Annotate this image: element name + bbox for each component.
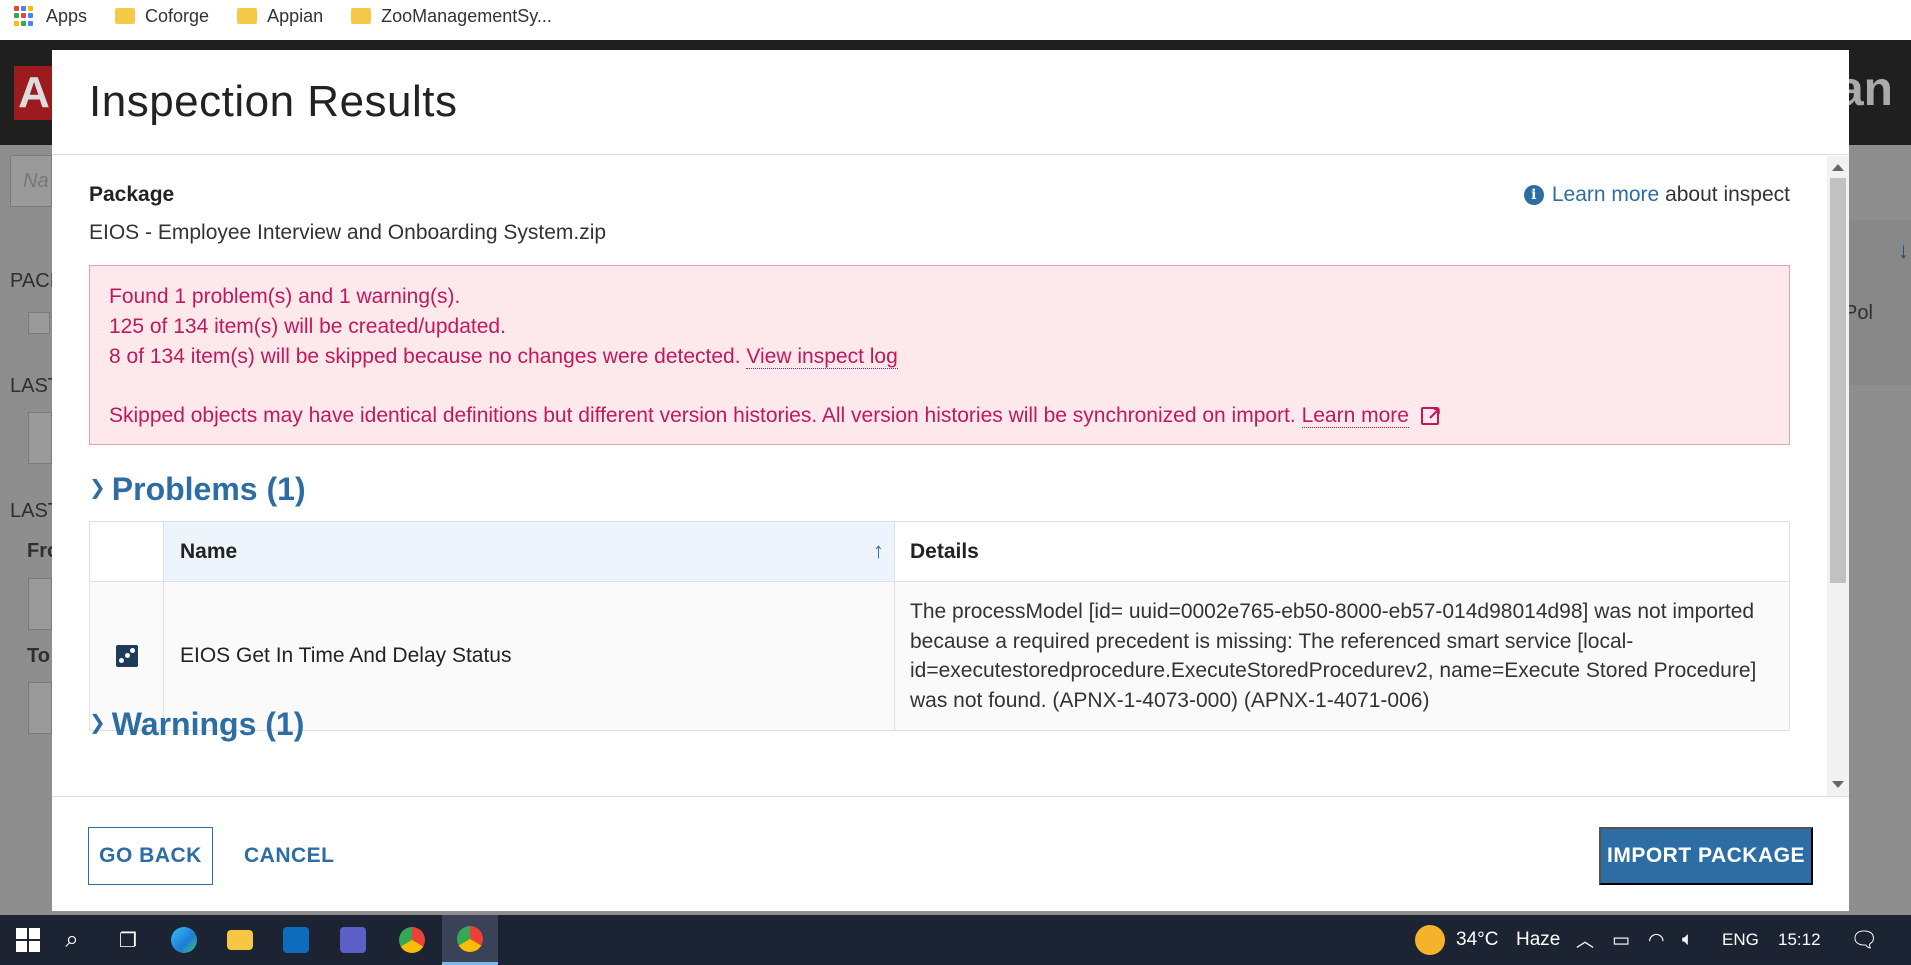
learn-more-inspect: i Learn more about inspect xyxy=(1523,183,1790,207)
chrome-icon xyxy=(457,925,483,952)
dialog-scrollbar[interactable] xyxy=(1827,156,1849,796)
icon-column-header xyxy=(90,522,164,581)
weather-haze-icon xyxy=(1415,925,1445,955)
view-inspect-log-link[interactable]: View inspect log xyxy=(746,345,898,369)
chrome-active-taskbar-button[interactable] xyxy=(442,915,498,965)
info-icon: i xyxy=(1523,185,1544,205)
alert-learn-more-link[interactable]: Learn more xyxy=(1301,404,1409,428)
scroll-down-icon[interactable] xyxy=(1832,781,1844,788)
teams-taskbar-button[interactable] xyxy=(325,915,381,965)
dialog-body[interactable]: Package EIOS - Employee Interview and On… xyxy=(52,156,1849,796)
language-indicator[interactable]: ENG xyxy=(1722,915,1759,965)
background-checkbox xyxy=(28,312,50,334)
apps-grid-icon xyxy=(14,6,34,26)
package-label: Package xyxy=(89,183,175,206)
bookmarks-bar: Apps Coforge Appian ZooManagementSy... xyxy=(0,0,1911,40)
dialog-footer: GO BACK CANCEL IMPORT PACKAGE xyxy=(52,796,1849,911)
details-column-label: Details xyxy=(910,539,979,563)
cancel-button[interactable]: CANCEL xyxy=(236,827,343,885)
row-details-cell: The processModel [id= uuid=0002e765-eb50… xyxy=(895,582,1789,730)
background-label: PACI xyxy=(10,270,56,292)
folder-icon xyxy=(351,8,372,24)
name-column-label: Name xyxy=(180,539,238,563)
task-view-button[interactable]: ❐ xyxy=(100,915,156,965)
scrollbar-thumb[interactable] xyxy=(1830,178,1846,583)
chrome-icon xyxy=(399,927,425,953)
bookmark-label: Coforge xyxy=(145,5,210,26)
learn-more-inspect-link[interactable]: Learn more xyxy=(1552,183,1659,207)
background-input xyxy=(28,412,52,464)
battery-icon[interactable]: ▭ xyxy=(1612,915,1630,965)
bookmark-coforge[interactable]: Coforge xyxy=(115,6,209,31)
inspection-summary-alert: Found 1 problem(s) and 1 warning(s). 125… xyxy=(89,265,1790,445)
bookmark-zoo-management[interactable]: ZooManagementSy... xyxy=(351,6,552,31)
inspection-results-dialog: Inspection Results Package EIOS - Employ… xyxy=(52,50,1849,911)
teams-icon xyxy=(340,927,366,953)
table-header-row: Name ↑ Details xyxy=(90,522,1789,582)
edge-icon xyxy=(171,927,197,953)
alert-line-created: 125 of 134 item(s) will be created/updat… xyxy=(109,315,506,338)
problems-table: Name ↑ Details EIOS Get In Time And Dela… xyxy=(89,521,1790,731)
weather-temperature[interactable]: 34°C xyxy=(1456,915,1498,965)
background-label: To xyxy=(27,645,50,667)
weather-widget[interactable] xyxy=(1402,915,1458,965)
bookmark-appian[interactable]: Appian xyxy=(237,6,323,31)
details-column-header: Details xyxy=(895,522,1789,581)
search-icon: ⌕ xyxy=(65,926,79,953)
outlook-taskbar-button[interactable] xyxy=(268,915,324,965)
chevron-down-icon: ❯ xyxy=(89,712,106,734)
folder-icon xyxy=(237,8,258,24)
windows-logo-icon xyxy=(16,928,40,952)
scroll-up-icon[interactable] xyxy=(1832,164,1844,171)
weather-description[interactable]: Haze xyxy=(1516,915,1560,965)
chevron-up-icon[interactable]: ︿ xyxy=(1576,915,1594,965)
background-search-placeholder: Na xyxy=(23,170,49,192)
chrome-taskbar-button[interactable] xyxy=(384,915,440,965)
alert-line-skipped: 8 of 134 item(s) will be skipped because… xyxy=(109,342,1770,372)
background-input xyxy=(28,682,52,734)
bookmark-label: ZooManagementSy... xyxy=(381,5,552,26)
bookmark-apps[interactable]: Apps xyxy=(14,6,87,31)
file-explorer-taskbar-button[interactable] xyxy=(212,915,268,965)
external-link-icon xyxy=(1420,399,1442,429)
outlook-icon xyxy=(283,927,309,953)
chevron-down-icon: ❯ xyxy=(89,477,106,499)
download-icon: ↓ xyxy=(1898,238,1909,263)
wifi-icon[interactable]: ◠ xyxy=(1648,915,1665,965)
clock-time[interactable]: 15:12 xyxy=(1778,915,1821,965)
warnings-heading: Warnings (1) xyxy=(111,706,305,742)
row-details: The processModel [id= uuid=0002e765-eb50… xyxy=(910,600,1757,712)
alert-version-text: Skipped objects may have identical defin… xyxy=(109,404,1296,427)
package-name: EIOS - Employee Interview and Onboarding… xyxy=(89,221,607,244)
dialog-header: Inspection Results xyxy=(52,50,1849,155)
appian-logo-icon: A xyxy=(14,66,54,120)
notifications-icon[interactable]: 🗨︎ xyxy=(1850,915,1878,965)
problems-heading: Problems (1) xyxy=(111,471,306,507)
task-view-icon: ❐ xyxy=(119,929,137,952)
name-column-header[interactable]: Name ↑ xyxy=(164,522,895,581)
background-search-input: Na xyxy=(10,155,52,207)
alert-skipped-text: 8 of 134 item(s) will be skipped because… xyxy=(109,345,741,368)
learn-more-inspect-suffix: about inspect xyxy=(1659,183,1790,206)
folder-icon xyxy=(227,930,253,950)
background-input xyxy=(28,578,52,630)
sort-ascending-icon[interactable]: ↑ xyxy=(873,538,884,564)
bookmark-label: Appian xyxy=(267,5,324,26)
process-model-icon xyxy=(115,645,138,667)
import-package-button[interactable]: IMPORT PACKAGE xyxy=(1599,827,1813,885)
alert-line-problems: Found 1 problem(s) and 1 warning(s). xyxy=(109,285,461,308)
alert-line-version-histories: Skipped objects may have identical defin… xyxy=(109,399,1770,431)
go-back-button[interactable]: GO BACK xyxy=(88,827,213,885)
row-name: EIOS Get In Time And Delay Status xyxy=(180,644,512,667)
folder-icon xyxy=(115,8,136,24)
windows-taskbar: ⌕ ❐ 34°C Haze ︿ ▭ ◠ 🔈︎ ENG 15:12 🗨︎ xyxy=(0,915,1911,965)
problems-section-toggle[interactable]: ❯ Problems (1) xyxy=(89,471,306,508)
bookmark-label: Apps xyxy=(46,5,88,26)
volume-icon[interactable]: 🔈︎ xyxy=(1682,915,1693,965)
search-button[interactable]: ⌕ xyxy=(44,915,100,965)
dialog-title: Inspection Results xyxy=(89,77,458,126)
table-row: EIOS Get In Time And Delay Status The pr… xyxy=(90,582,1789,730)
edge-taskbar-button[interactable] xyxy=(156,915,212,965)
warnings-section-toggle[interactable]: ❯ Warnings (1) xyxy=(89,706,304,743)
